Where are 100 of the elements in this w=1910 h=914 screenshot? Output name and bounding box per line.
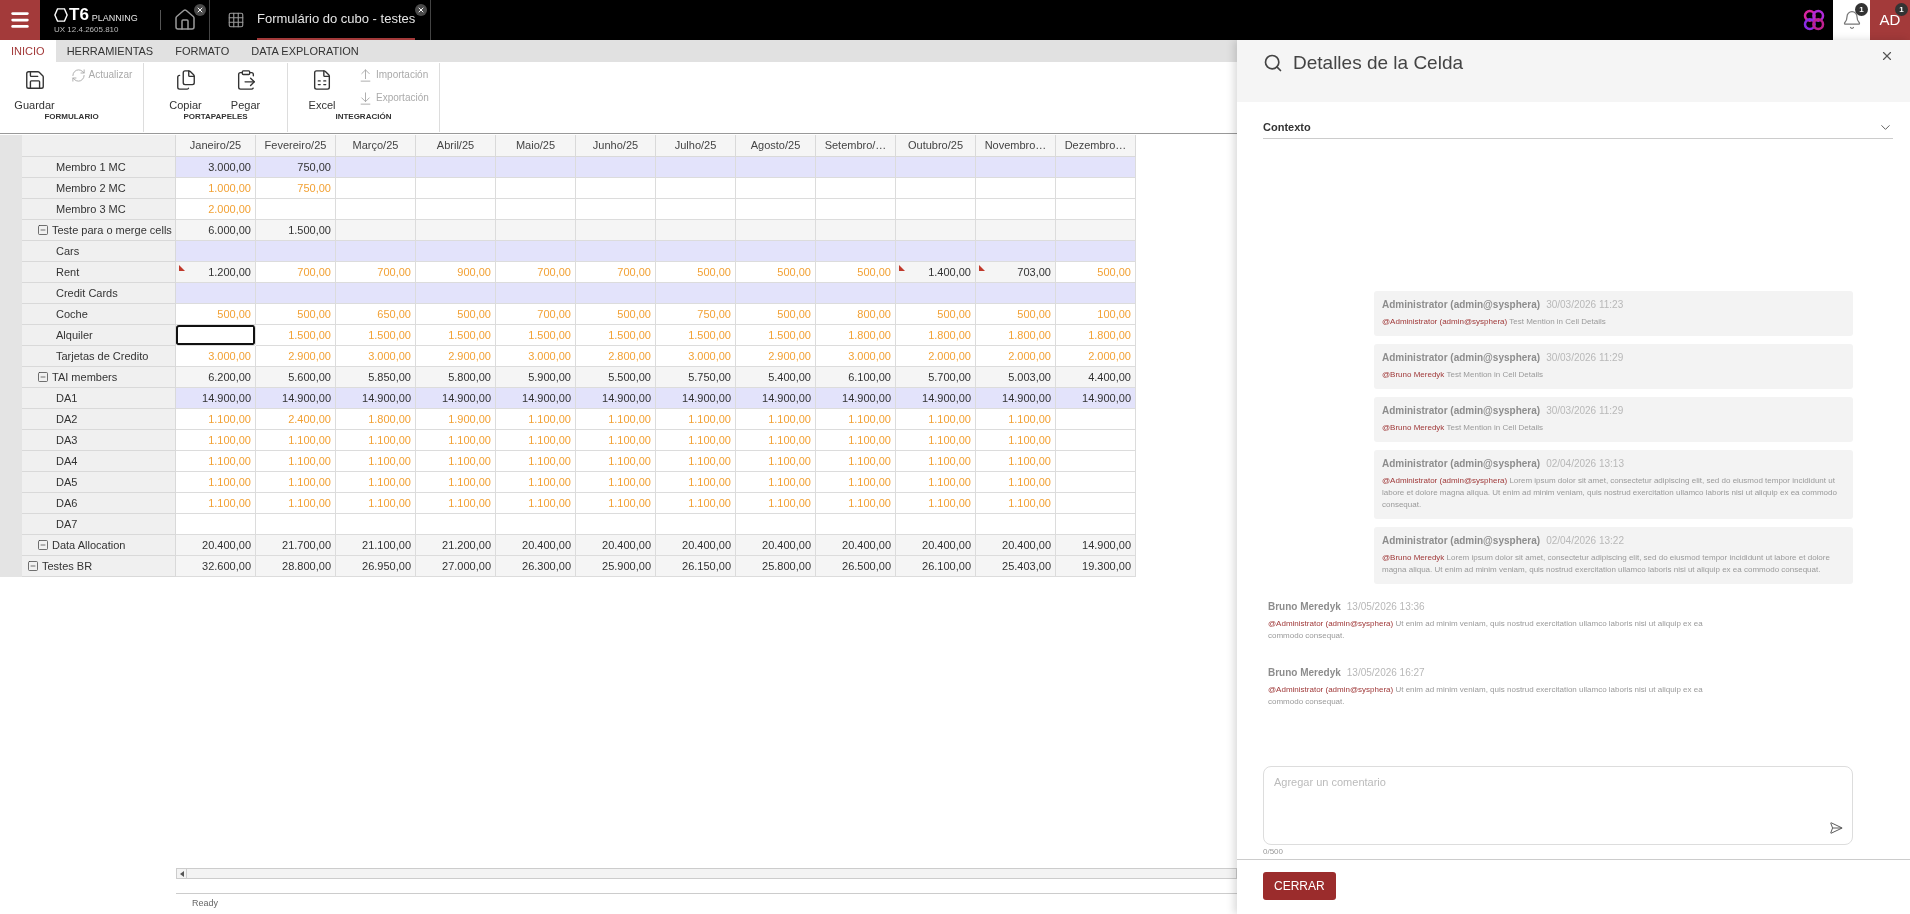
grid-cell[interactable]: 14.900,00	[576, 388, 656, 409]
grid-cell[interactable]: 26.500,00	[816, 556, 896, 577]
grid-cell[interactable]: 20.400,00	[176, 535, 256, 556]
grid-cell[interactable]: 26.150,00	[656, 556, 736, 577]
grid-cell[interactable]	[816, 514, 896, 535]
grid-cell[interactable]: 1.200,00	[176, 262, 256, 283]
grid-cell[interactable]	[176, 514, 256, 535]
grid-cell[interactable]: 1.100,00	[176, 493, 256, 514]
grid-cell[interactable]: 500,00	[736, 262, 816, 283]
column-header[interactable]: Agosto/25	[736, 135, 816, 157]
grid-cell[interactable]: 1.000,00	[176, 178, 256, 199]
grid-cell[interactable]	[576, 220, 656, 241]
grid-cell[interactable]: 3.000,00	[816, 346, 896, 367]
grid-cell[interactable]: 1.500,00	[656, 325, 736, 346]
grid-cell[interactable]: 3.000,00	[656, 346, 736, 367]
grid-cell[interactable]: 5.750,00	[656, 367, 736, 388]
grid-cell[interactable]	[896, 514, 976, 535]
grid-cell[interactable]: 1.100,00	[256, 451, 336, 472]
send-icon[interactable]	[1829, 821, 1843, 835]
grid-cell[interactable]	[176, 241, 256, 262]
grid-cell[interactable]: 1.800,00	[816, 325, 896, 346]
interlocking-rings-icon[interactable]	[1803, 9, 1825, 31]
grid-cell[interactable]: 14.900,00	[976, 388, 1056, 409]
ribbon-tab[interactable]: DATA EXPLORATION	[240, 40, 370, 62]
grid-cell[interactable]	[896, 283, 976, 304]
grid-cell[interactable]	[336, 157, 416, 178]
grid-cell[interactable]: 700,00	[496, 304, 576, 325]
grid-cell[interactable]: 650,00	[336, 304, 416, 325]
grid-cell[interactable]	[656, 283, 736, 304]
grid-cell[interactable]: 1.100,00	[416, 451, 496, 472]
grid-cell[interactable]: 1.100,00	[816, 409, 896, 430]
grid-cell[interactable]: 5.400,00	[736, 367, 816, 388]
grid-cell[interactable]: 1.100,00	[576, 472, 656, 493]
grid-cell[interactable]	[496, 199, 576, 220]
grid-cell[interactable]	[896, 241, 976, 262]
grid-cell[interactable]: 6.200,00	[176, 367, 256, 388]
grid-cell[interactable]: 500,00	[896, 304, 976, 325]
grid-cell[interactable]: 1.500,00	[416, 325, 496, 346]
grid-cell[interactable]: 2.900,00	[736, 346, 816, 367]
grid-cell[interactable]: 5.003,00	[976, 367, 1056, 388]
grid-cell[interactable]	[336, 220, 416, 241]
grid-cell[interactable]: 1.100,00	[816, 472, 896, 493]
grid-cell[interactable]: 1.100,00	[736, 451, 816, 472]
grid-cell[interactable]	[336, 178, 416, 199]
grid-cell[interactable]: 1.100,00	[656, 451, 736, 472]
grid-cell[interactable]	[816, 178, 896, 199]
grid-cell[interactable]: 1.100,00	[176, 451, 256, 472]
grid-cell[interactable]: 26.300,00	[496, 556, 576, 577]
grid-cell[interactable]: 1.100,00	[896, 409, 976, 430]
ribbon-tab[interactable]: FORMATO	[164, 40, 241, 62]
grid-cell[interactable]: 500,00	[816, 262, 896, 283]
grid-cell[interactable]: 14.900,00	[736, 388, 816, 409]
grid-cell[interactable]: 750,00	[656, 304, 736, 325]
grid-cell[interactable]: 500,00	[256, 304, 336, 325]
grid-cell[interactable]: 14.900,00	[656, 388, 736, 409]
grid-cell[interactable]: 1.100,00	[736, 472, 816, 493]
grid-cell[interactable]	[1056, 220, 1136, 241]
grid-cell[interactable]	[656, 241, 736, 262]
grid-cell[interactable]	[736, 178, 816, 199]
grid-cell[interactable]: 3.000,00	[336, 346, 416, 367]
grid-cell[interactable]: 1.100,00	[496, 409, 576, 430]
grid-cell[interactable]	[896, 178, 976, 199]
grid-cell[interactable]: 1.500,00	[336, 325, 416, 346]
grid-cell[interactable]: 1.100,00	[976, 451, 1056, 472]
grid-cell[interactable]: 1.800,00	[336, 409, 416, 430]
horizontal-scrollbar[interactable]	[176, 868, 1237, 879]
grid-cell[interactable]	[736, 283, 816, 304]
grid-cell[interactable]	[736, 241, 816, 262]
grid-cell[interactable]: 14.900,00	[256, 388, 336, 409]
grid-cell[interactable]: 2.000,00	[976, 346, 1056, 367]
grid-cell[interactable]	[1056, 409, 1136, 430]
grid-cell[interactable]	[496, 241, 576, 262]
grid-cell[interactable]: 1.100,00	[896, 451, 976, 472]
grid-cell[interactable]: 5.800,00	[416, 367, 496, 388]
grid-cell[interactable]: 1.100,00	[496, 430, 576, 451]
ribbon-tab[interactable]: INICIO	[0, 40, 56, 62]
grid-cell[interactable]: 1.100,00	[896, 493, 976, 514]
grid-cell[interactable]: 1.500,00	[576, 325, 656, 346]
close-icon[interactable]	[1880, 49, 1894, 63]
grid-cell[interactable]: 700,00	[256, 262, 336, 283]
grid-cell[interactable]: 703,00	[976, 262, 1056, 283]
grid-cell[interactable]: 500,00	[576, 304, 656, 325]
grid-cell[interactable]: 1.400,00	[896, 262, 976, 283]
comment-input[interactable]: Agregar un comentario	[1263, 766, 1853, 845]
grid-cell[interactable]: 14.900,00	[896, 388, 976, 409]
grid-cell[interactable]: 1.100,00	[976, 409, 1056, 430]
grid-cell[interactable]	[416, 241, 496, 262]
grid-cell[interactable]: 2.000,00	[1056, 346, 1136, 367]
ribbon-button[interactable]: Excel	[298, 63, 346, 112]
grid-cell[interactable]: 1.100,00	[176, 430, 256, 451]
grid-cell[interactable]	[736, 199, 816, 220]
grid-cell[interactable]: 500,00	[1056, 262, 1136, 283]
grid-cell[interactable]	[1056, 430, 1136, 451]
grid-cell[interactable]: 1.100,00	[816, 451, 896, 472]
grid-cell[interactable]	[736, 220, 816, 241]
grid-cell[interactable]: 27.000,00	[416, 556, 496, 577]
grid-cell[interactable]: 20.400,00	[736, 535, 816, 556]
column-header[interactable]: Novembro…	[976, 135, 1056, 157]
grid-cell[interactable]: 25.403,00	[976, 556, 1056, 577]
grid-cell[interactable]	[816, 220, 896, 241]
